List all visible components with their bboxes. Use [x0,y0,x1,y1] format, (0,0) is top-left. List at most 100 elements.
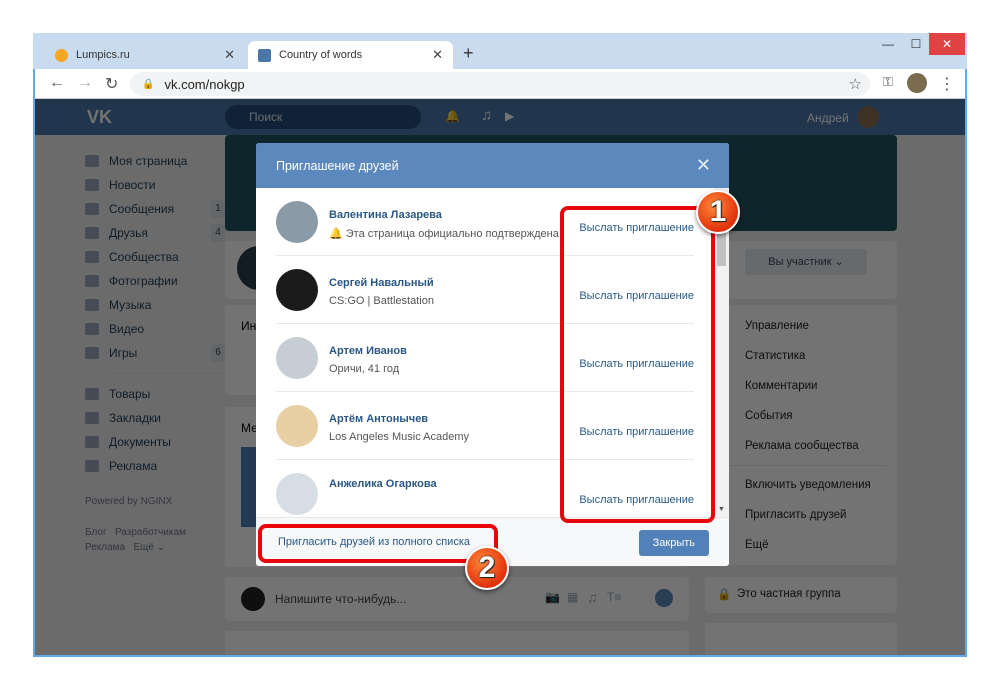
friend-name[interactable]: Артем Иванов [329,345,407,357]
back-icon[interactable]: ← [49,74,65,92]
music-icon[interactable]: ♫ [481,107,492,124]
user-name[interactable]: Андрей [807,111,849,125]
search-input[interactable]: Поиск [225,105,421,129]
key-icon[interactable]: ⚿ [883,74,893,90]
play-icon[interactable]: ▶ [505,109,514,123]
subtitle-text: Эта страница официально подтверждена [345,228,559,240]
scrollbar[interactable]: ▼ [714,188,729,517]
forward-icon[interactable]: → [77,74,93,92]
sidebar-item[interactable]: Моя страница [85,149,225,173]
footer-link[interactable]: Разработчикам [115,527,186,538]
url-input[interactable]: 🔒 vk.com/nokgp ☆ [130,72,870,96]
avatar[interactable] [276,405,318,447]
reload-icon[interactable]: ↻ [105,74,118,94]
scroll-down-icon[interactable]: ▼ [718,506,725,513]
avatar[interactable] [276,473,318,515]
close-window-button[interactable]: ✕ [929,33,965,55]
post-box: Напишите что-нибудь... 📷 ▦ ♫ T≡ [225,577,689,621]
sidebar-item[interactable]: Новости [85,173,225,197]
post-input[interactable]: Напишите что-нибудь... [275,592,406,606]
maximize-button[interactable]: ☐ [901,33,931,55]
footer-link[interactable]: Ещё [133,542,153,553]
sidebar-label: Товары [109,387,151,401]
groups-icon [85,251,99,263]
modal-header: Приглашение друзей ✕ [256,143,729,188]
photo-icon[interactable]: 📷 [545,590,560,604]
profile-avatar[interactable] [907,73,927,93]
sidebar-item[interactable]: Сообщения 1 [85,197,225,221]
tab-title: Country of words [279,49,363,61]
menu-icon[interactable]: ⋮ [939,74,955,94]
private-group-card: 🔒 Это частная группа [705,577,897,613]
friend-subtitle: Оричи, 41 год [329,363,400,375]
sidebar-label: Фотографии [109,274,178,288]
friends-icon [85,227,99,239]
sidebar-item[interactable]: Реклама [85,454,225,478]
friend-subtitle: CS:GO | Battlestation [329,295,434,307]
bookmark-star-icon[interactable]: ☆ [849,75,862,93]
menu-manage[interactable]: Управление [705,311,897,341]
minimize-button[interactable]: — [873,33,903,55]
menu-ads[interactable]: Реклама сообщества [705,431,897,461]
lock-icon: 🔒 [142,78,155,90]
close-button[interactable]: Закрыть [638,530,709,556]
bag-icon [85,388,99,400]
menu-comments[interactable]: Комментарии [705,371,897,401]
close-tab-icon[interactable]: ✕ [224,47,235,63]
sidebar-item[interactable]: Сообщества [85,245,225,269]
footer-link[interactable]: Блог [85,527,107,538]
right-menu: Управление Статистика Комментарии Событи… [705,305,897,565]
sidebar-item[interactable]: Музыка [85,293,225,317]
bell-icon[interactable]: 🔔 [445,109,460,123]
friend-name[interactable]: Валентина Лазарева [329,209,442,221]
sidebar-item[interactable]: Друзья 4 [85,221,225,245]
video-icon[interactable]: ▦ [567,590,578,604]
sidebar-item[interactable]: Игры 6 [85,341,225,365]
menu-invite-friends[interactable]: Пригласить друзей [705,500,897,530]
sidebar-label: Игры [109,346,138,360]
tab-lumpics[interactable]: Lumpics.ru ✕ [45,41,245,69]
footer-link[interactable]: Реклама [85,542,125,553]
avatar[interactable] [276,269,318,311]
counter-badge: 4 [211,224,225,242]
avatar[interactable] [276,337,318,379]
avatar[interactable] [276,201,318,243]
sidebar-label: Сообщества [109,250,179,264]
sidebar-label: Документы [109,435,171,449]
sidebar-label: Видео [109,322,145,336]
menu-stats[interactable]: Статистика [705,341,897,371]
music-icon[interactable]: ♫ [587,589,598,605]
highlight-box-invite-links [560,206,715,523]
news-icon [85,179,99,191]
author-avatar-icon[interactable] [655,589,673,607]
menu-more[interactable]: Ещё [705,530,897,560]
friend-subtitle: 🔔 Эта страница официально подтверждена [329,227,559,240]
vk-header: VK Поиск 🔔 ♫ ▶ Андрей [35,99,965,135]
divider [715,465,887,466]
bell-icon: 🔔 [329,228,343,240]
music-icon [85,299,99,311]
member-button[interactable]: Вы участник ⌄ [745,249,867,275]
sidebar-item[interactable]: Видео [85,317,225,341]
close-tab-icon[interactable]: ✕ [432,47,443,63]
new-tab-button[interactable]: + [463,43,474,64]
tab-info[interactable]: Ин [241,319,256,333]
text-icon[interactable]: T≡ [607,590,621,604]
sidebar-item[interactable]: Фотографии [85,269,225,293]
tab-country-of-words[interactable]: Country of words ✕ [248,41,453,69]
menu-events[interactable]: События [705,401,897,431]
friend-name[interactable]: Анжелика Огаркова [329,478,437,490]
home-icon [85,155,99,167]
sidebar-item[interactable]: Документы [85,430,225,454]
lock-icon: 🔒 [717,589,732,601]
vk-logo[interactable]: VK [87,107,112,128]
user-avatar[interactable] [857,106,879,128]
friend-name[interactable]: Артём Антонычев [329,413,428,425]
sidebar-item[interactable]: Товары [85,382,225,406]
menu-notifications[interactable]: Включить уведомления [705,470,897,500]
sidebar-item[interactable]: Закладки [85,406,225,430]
friend-name[interactable]: Сергей Навальный [329,277,434,289]
favicon-icon [55,48,68,62]
close-icon[interactable]: ✕ [696,155,711,176]
counter-badge: 6 [211,344,225,362]
